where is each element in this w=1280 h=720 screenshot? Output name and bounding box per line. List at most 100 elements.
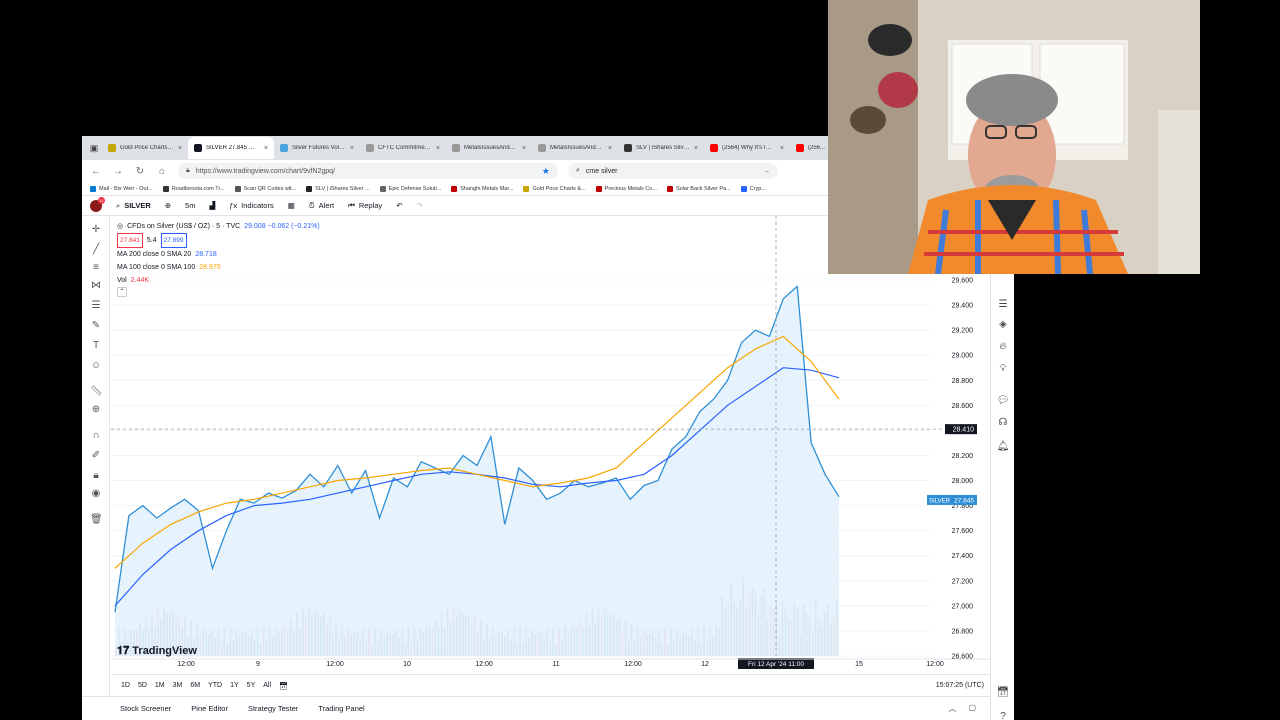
bottom-tab[interactable]: Strategy Tester <box>248 704 298 713</box>
close-tab-icon[interactable]: × <box>436 145 440 152</box>
layout-grid-icon[interactable]: ▦ <box>288 201 295 210</box>
tab-label: Gold Price Charts a... <box>120 145 174 151</box>
bookmark-item[interactable]: Shanghi Metals Mar... <box>451 185 513 192</box>
timeframe-button[interactable]: 1M <box>155 682 165 689</box>
clock[interactable]: 15:07:25 (UTC) <box>936 682 984 689</box>
price-tick-label: 29.000 <box>952 353 974 360</box>
search-box[interactable]: ⌕ cme silver → <box>568 163 778 179</box>
replay-icon: ⏮︎ <box>348 200 355 210</box>
close-tab-icon[interactable]: × <box>694 145 698 152</box>
bookmark-favicon-icon <box>740 185 747 192</box>
bottom-tab[interactable]: Stock Screener <box>120 704 171 713</box>
help-icon[interactable]: ? <box>996 710 1010 720</box>
date-range-icon[interactable]: 📅︎ <box>279 682 288 690</box>
hotlist-icon[interactable]: 🔥︎ <box>996 340 1010 354</box>
pattern-icon[interactable]: ⋈ <box>90 280 102 292</box>
bookmark-item[interactable]: Precious Metals Co... <box>595 185 657 192</box>
timeframe-button[interactable]: 6M <box>190 682 200 689</box>
trash-icon[interactable]: 🗑︎ <box>90 514 103 526</box>
bookmark-item[interactable]: Epic Defense Soluti... <box>379 185 441 192</box>
ask-price[interactable]: 27.899 <box>160 233 187 248</box>
collapse-panel-icon[interactable]: ︿ <box>948 703 956 714</box>
timeframe-button[interactable]: YTD <box>208 682 222 689</box>
close-tab-icon[interactable]: × <box>264 145 268 152</box>
timeframe-button[interactable]: All <box>263 682 271 689</box>
text-icon[interactable]: T <box>90 340 102 352</box>
notifications-icon[interactable]: 🔔︎ <box>996 440 1010 454</box>
browser-tab[interactable]: MetalsIssuesAndStopsI... × <box>446 137 532 159</box>
browser-tab[interactable]: SILVER 27.845 ▼ -... × <box>188 137 274 159</box>
close-tab-icon[interactable]: × <box>350 145 354 152</box>
bookmark-item[interactable]: SLV | iShares Silver ... <box>306 185 370 192</box>
bookmark-star-icon[interactable]: ★ <box>542 166 550 177</box>
bookmark-item[interactable]: Mail - Bix Weir - Out... <box>90 185 153 192</box>
chat-icon[interactable]: 💬︎ <box>996 394 1010 408</box>
bookmark-item[interactable]: Cryp... <box>740 185 766 192</box>
maximize-panel-icon[interactable]: ▢ <box>968 703 976 714</box>
bottom-tab[interactable]: Trading Panel <box>318 704 364 713</box>
timeframe-button[interactable]: 1Y <box>230 682 239 689</box>
zoom-icon[interactable]: ⊕ <box>90 404 102 416</box>
tab-label: CFTC Commitments of... <box>378 145 432 151</box>
reload-icon[interactable]: ↻ <box>134 166 146 177</box>
symbol-search[interactable]: ⌕ SILVER <box>116 201 151 211</box>
trend-line-icon[interactable]: ╱ <box>90 244 102 256</box>
forecast-icon[interactable]: ☰ <box>90 300 102 312</box>
browser-tab[interactable]: (2564) Why It's Imp... × <box>704 137 790 159</box>
replay-button[interactable]: ⏮︎ Replay <box>348 201 382 211</box>
alert-button[interactable]: ⏰︎ Alert <box>309 201 334 211</box>
close-tab-icon[interactable]: × <box>608 145 612 152</box>
draw-mode-icon[interactable]: ✐ <box>90 450 102 462</box>
forward-icon[interactable]: → <box>112 166 124 177</box>
bookmark-item[interactable]: Roadtoroota.com Tr... <box>162 185 225 192</box>
redo-icon[interactable]: ↷ <box>416 201 422 210</box>
browser-tab[interactable]: MetalsIssuesAndStopsI... × <box>532 137 618 159</box>
crosshair-time-label: Fri 12 Apr '24 11:00 <box>748 661 804 668</box>
interval-button[interactable]: 5m <box>185 201 195 210</box>
timeframe-button[interactable]: 5D <box>138 682 147 689</box>
calendar-icon[interactable]: 📅︎ <box>996 686 1010 700</box>
timeframe-button[interactable]: 1D <box>121 682 130 689</box>
add-symbol-icon[interactable]: ⊕ <box>165 201 171 210</box>
screen: ▣ Gold Price Charts a... × SILVER 27.845 ▼… <box>0 0 1280 720</box>
browser-tab[interactable]: Gold Price Charts a... × <box>102 137 188 159</box>
bookmark-item[interactable]: Solar Back Silver Pa... <box>666 185 731 192</box>
ruler-icon[interactable]: 📏︎ <box>90 386 103 398</box>
emoji-icon[interactable]: ☺ <box>90 360 102 372</box>
indicators-button[interactable]: ƒx Indicators <box>229 201 273 210</box>
close-tab-icon[interactable]: × <box>780 145 784 152</box>
back-icon[interactable]: ← <box>90 166 102 177</box>
bid-price[interactable]: 27.841 <box>117 233 143 248</box>
collapse-legend-icon[interactable]: ⌃ <box>117 287 127 297</box>
crosshair-icon[interactable]: ✛ <box>90 224 102 236</box>
magnet-icon[interactable]: ∩ <box>90 430 102 442</box>
layers-icon[interactable]: ◈ <box>996 318 1010 332</box>
bottom-tab[interactable]: Pine Editor <box>191 704 228 713</box>
bookmark-item[interactable]: Scan QR Codes wit... <box>234 185 296 192</box>
lock-drawings-icon[interactable]: 🔒︎ <box>90 470 102 482</box>
address-bar[interactable]: 🔒︎ https://www.tradingview.com/chart/9vf… <box>178 163 558 179</box>
undo-icon[interactable]: ↶ <box>396 201 402 210</box>
brush-icon[interactable]: ✎ <box>90 320 102 332</box>
browser-tab[interactable]: Silver Futures Volu... × <box>274 137 360 159</box>
home-icon[interactable]: ⌂ <box>156 166 168 177</box>
timeframe-button[interactable]: 3M <box>173 682 183 689</box>
bookmark-favicon-icon <box>523 185 530 192</box>
close-tab-icon[interactable]: × <box>178 145 182 152</box>
watchlist-icon[interactable]: ☰ <box>996 298 1010 312</box>
hide-drawings-icon[interactable]: ◉ <box>90 488 102 500</box>
fib-icon[interactable]: ≡ <box>90 262 102 274</box>
tradingview-icon <box>194 144 202 152</box>
go-arrow-icon[interactable]: → <box>763 168 770 175</box>
browser-tab[interactable]: SLV | iShares Silver... × <box>618 137 704 159</box>
chart-type-icon[interactable]: ▟ <box>209 201 215 210</box>
bookmark-item[interactable]: Gold Price Charts &... <box>523 185 586 192</box>
tab-sidebar-icon[interactable]: ▣ <box>86 137 102 159</box>
avatar[interactable]: 11 <box>90 196 105 212</box>
browser-tab[interactable]: CFTC Commitments of... × <box>360 137 446 159</box>
close-tab-icon[interactable]: × <box>522 145 526 152</box>
timeframe-button[interactable]: 5Y <box>247 682 256 689</box>
headset-icon[interactable]: ☊ <box>996 416 1010 430</box>
chart-area[interactable]: 29.600 29.400 29.200 29.000 28.800 28.600 28.4… <box>111 216 990 680</box>
ideas-icon[interactable]: 💡︎ <box>996 362 1010 376</box>
